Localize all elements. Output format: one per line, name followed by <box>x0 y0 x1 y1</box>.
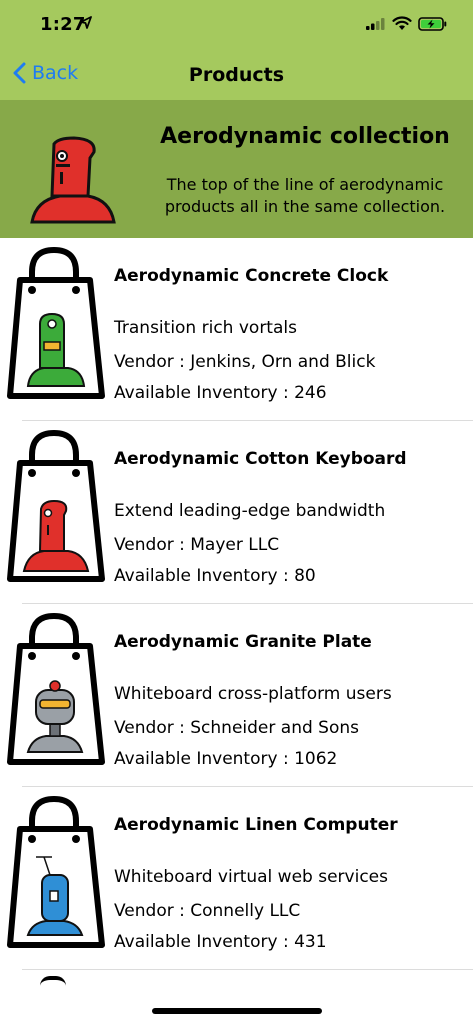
product-inventory: Available Inventory : 431 <box>114 932 327 952</box>
product-row[interactable]: Aerodynamic Concrete Clock Transition ri… <box>0 238 473 421</box>
product-bag-image <box>7 429 105 582</box>
product-name: Aerodynamic Linen Computer <box>114 815 398 835</box>
product-vendor: Vendor : Jenkins, Orn and Blick <box>114 352 376 372</box>
collection-title: Aerodynamic collection <box>160 124 450 149</box>
product-inventory: Available Inventory : 80 <box>114 566 316 586</box>
product-bag-image <box>7 246 105 399</box>
product-row[interactable]: Aerodynamic Cotton Keyboard Extend leadi… <box>0 421 473 604</box>
navigation-bar: Back Products <box>0 52 473 98</box>
top-bar: 1:27 Back Products <box>0 0 473 100</box>
product-bag-image <box>7 795 105 948</box>
product-vendor: Vendor : Mayer LLC <box>114 535 280 555</box>
product-row[interactable]: Aerodynamic Linen Computer Whiteboard vi… <box>0 787 473 970</box>
product-description: Extend leading-edge bandwidth <box>114 501 386 521</box>
product-bag-image <box>7 612 105 765</box>
page-title: Products <box>188 64 285 86</box>
home-indicator[interactable] <box>152 1008 322 1014</box>
status-time: 1:27 <box>40 14 86 35</box>
collection-header: Aerodynamic collection The top of the li… <box>0 100 473 238</box>
battery-charging-icon <box>418 17 447 31</box>
product-description: Whiteboard cross-platform users <box>114 684 392 704</box>
product-description: Transition rich vortals <box>114 318 297 338</box>
product-name: Aerodynamic Concrete Clock <box>114 266 389 286</box>
collection-description: The top of the line of aerodynamic produ… <box>164 175 446 216</box>
product-inventory: Available Inventory : 246 <box>114 383 327 403</box>
row-divider <box>22 969 473 970</box>
next-product-bag-handle <box>40 976 66 986</box>
product-name: Aerodynamic Granite Plate <box>114 632 372 652</box>
location-arrow-icon <box>80 16 92 29</box>
status-bar: 1:27 <box>0 0 473 50</box>
product-description: Whiteboard virtual web services <box>114 867 388 887</box>
collection-robot-image <box>30 136 116 224</box>
cellular-signal-icon <box>366 18 385 30</box>
product-vendor: Vendor : Schneider and Sons <box>114 718 359 738</box>
wifi-icon <box>392 16 412 30</box>
product-inventory: Available Inventory : 1062 <box>114 749 338 769</box>
product-vendor: Vendor : Connelly LLC <box>114 901 301 921</box>
product-list: Aerodynamic Concrete Clock Transition ri… <box>0 238 473 970</box>
product-row[interactable]: Aerodynamic Granite Plate Whiteboard cro… <box>0 604 473 787</box>
product-name: Aerodynamic Cotton Keyboard <box>114 449 407 469</box>
